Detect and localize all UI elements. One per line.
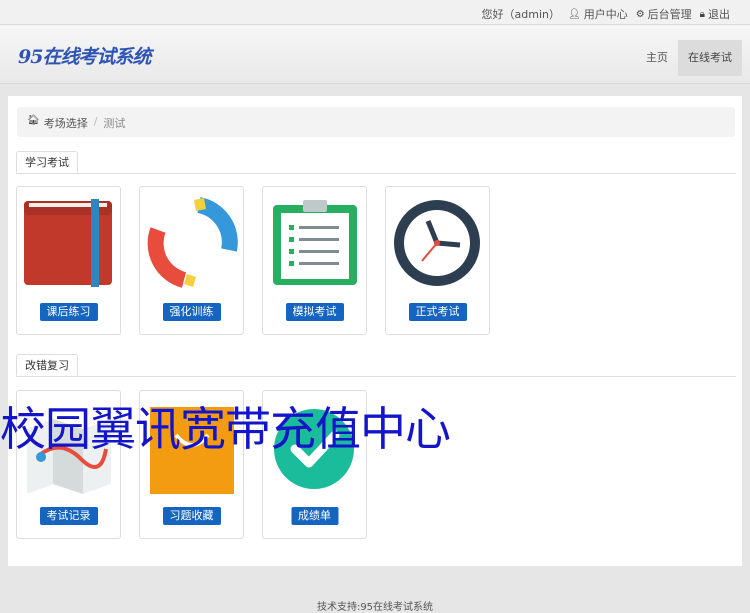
nav-online-exam[interactable]: 在线考试 — [678, 40, 742, 76]
admin-label: 后台管理 — [647, 8, 692, 21]
clipboard-icon — [273, 200, 357, 285]
practice-button[interactable]: 课后练习 — [39, 303, 98, 321]
gear-icon: ⚙ — [635, 8, 645, 20]
footer: 技术支持:95在线考试系统 — [316, 602, 434, 613]
user-icon: 👤︎ — [568, 8, 581, 20]
content-panel: 🏠︎ 考场选择 / 测试 学习考试 课后练习 强化训练 模拟考试 正式考试 改错… — [8, 96, 742, 566]
card-mock[interactable]: 模拟考试 — [262, 186, 367, 335]
card-practice[interactable]: 课后练习 — [16, 186, 121, 335]
records-button[interactable]: 考试记录 — [39, 507, 98, 525]
favorites-button[interactable]: 习题收藏 — [162, 507, 221, 525]
section-divider — [16, 376, 736, 377]
user-links: 您好（admin） 👤︎ 用户中心 ⚙ 后台管理 🔒︎ 退出 — [482, 6, 730, 22]
breadcrumb-current: 测试 — [103, 117, 126, 130]
formal-button[interactable]: 正式考试 — [408, 303, 467, 321]
breadcrumb-separator: / — [93, 115, 98, 128]
section-tab-study[interactable]: 学习考试 — [16, 151, 78, 173]
navbar: 95在线考试系统 主页 在线考试 — [0, 25, 750, 84]
admin-link[interactable]: ⚙ 后台管理 — [636, 6, 692, 22]
logout-link[interactable]: 🔒︎ 退出 — [700, 6, 730, 22]
mock-button[interactable]: 模拟考试 — [285, 303, 344, 321]
cycle-pencil-icon — [147, 197, 238, 288]
breadcrumb-exam-select[interactable]: 考场选择 — [44, 115, 88, 130]
book-icon — [24, 199, 112, 287]
card-formal[interactable]: 正式考试 — [385, 186, 490, 335]
watermark-text: 校园翼讯宽带充值中心 — [0, 402, 451, 456]
lock-icon: 🔒︎ — [699, 8, 705, 20]
main-nav: 主页 在线考试 — [636, 40, 742, 76]
nav-home[interactable]: 主页 — [636, 40, 678, 76]
greeting: 您好（admin） — [481, 8, 560, 21]
site-logo[interactable]: 95在线考试系统 — [18, 42, 151, 69]
home-icon: 🏠︎ — [27, 115, 40, 126]
card-training[interactable]: 强化训练 — [139, 186, 244, 335]
top-bar: 您好（admin） 👤︎ 用户中心 ⚙ 后台管理 🔒︎ 退出 — [0, 0, 750, 25]
user-center-label: 用户中心 — [583, 8, 628, 21]
user-center-link[interactable]: 👤︎ 用户中心 — [568, 6, 628, 22]
training-button[interactable]: 强化训练 — [162, 303, 221, 321]
clock-icon — [394, 200, 480, 286]
scores-button[interactable]: 成绩单 — [291, 507, 338, 525]
section-divider — [16, 173, 736, 174]
logout-label: 退出 — [708, 8, 730, 21]
section-tab-review[interactable]: 改错复习 — [16, 354, 78, 376]
breadcrumb: 🏠︎ 考场选择 / 测试 — [17, 107, 735, 137]
